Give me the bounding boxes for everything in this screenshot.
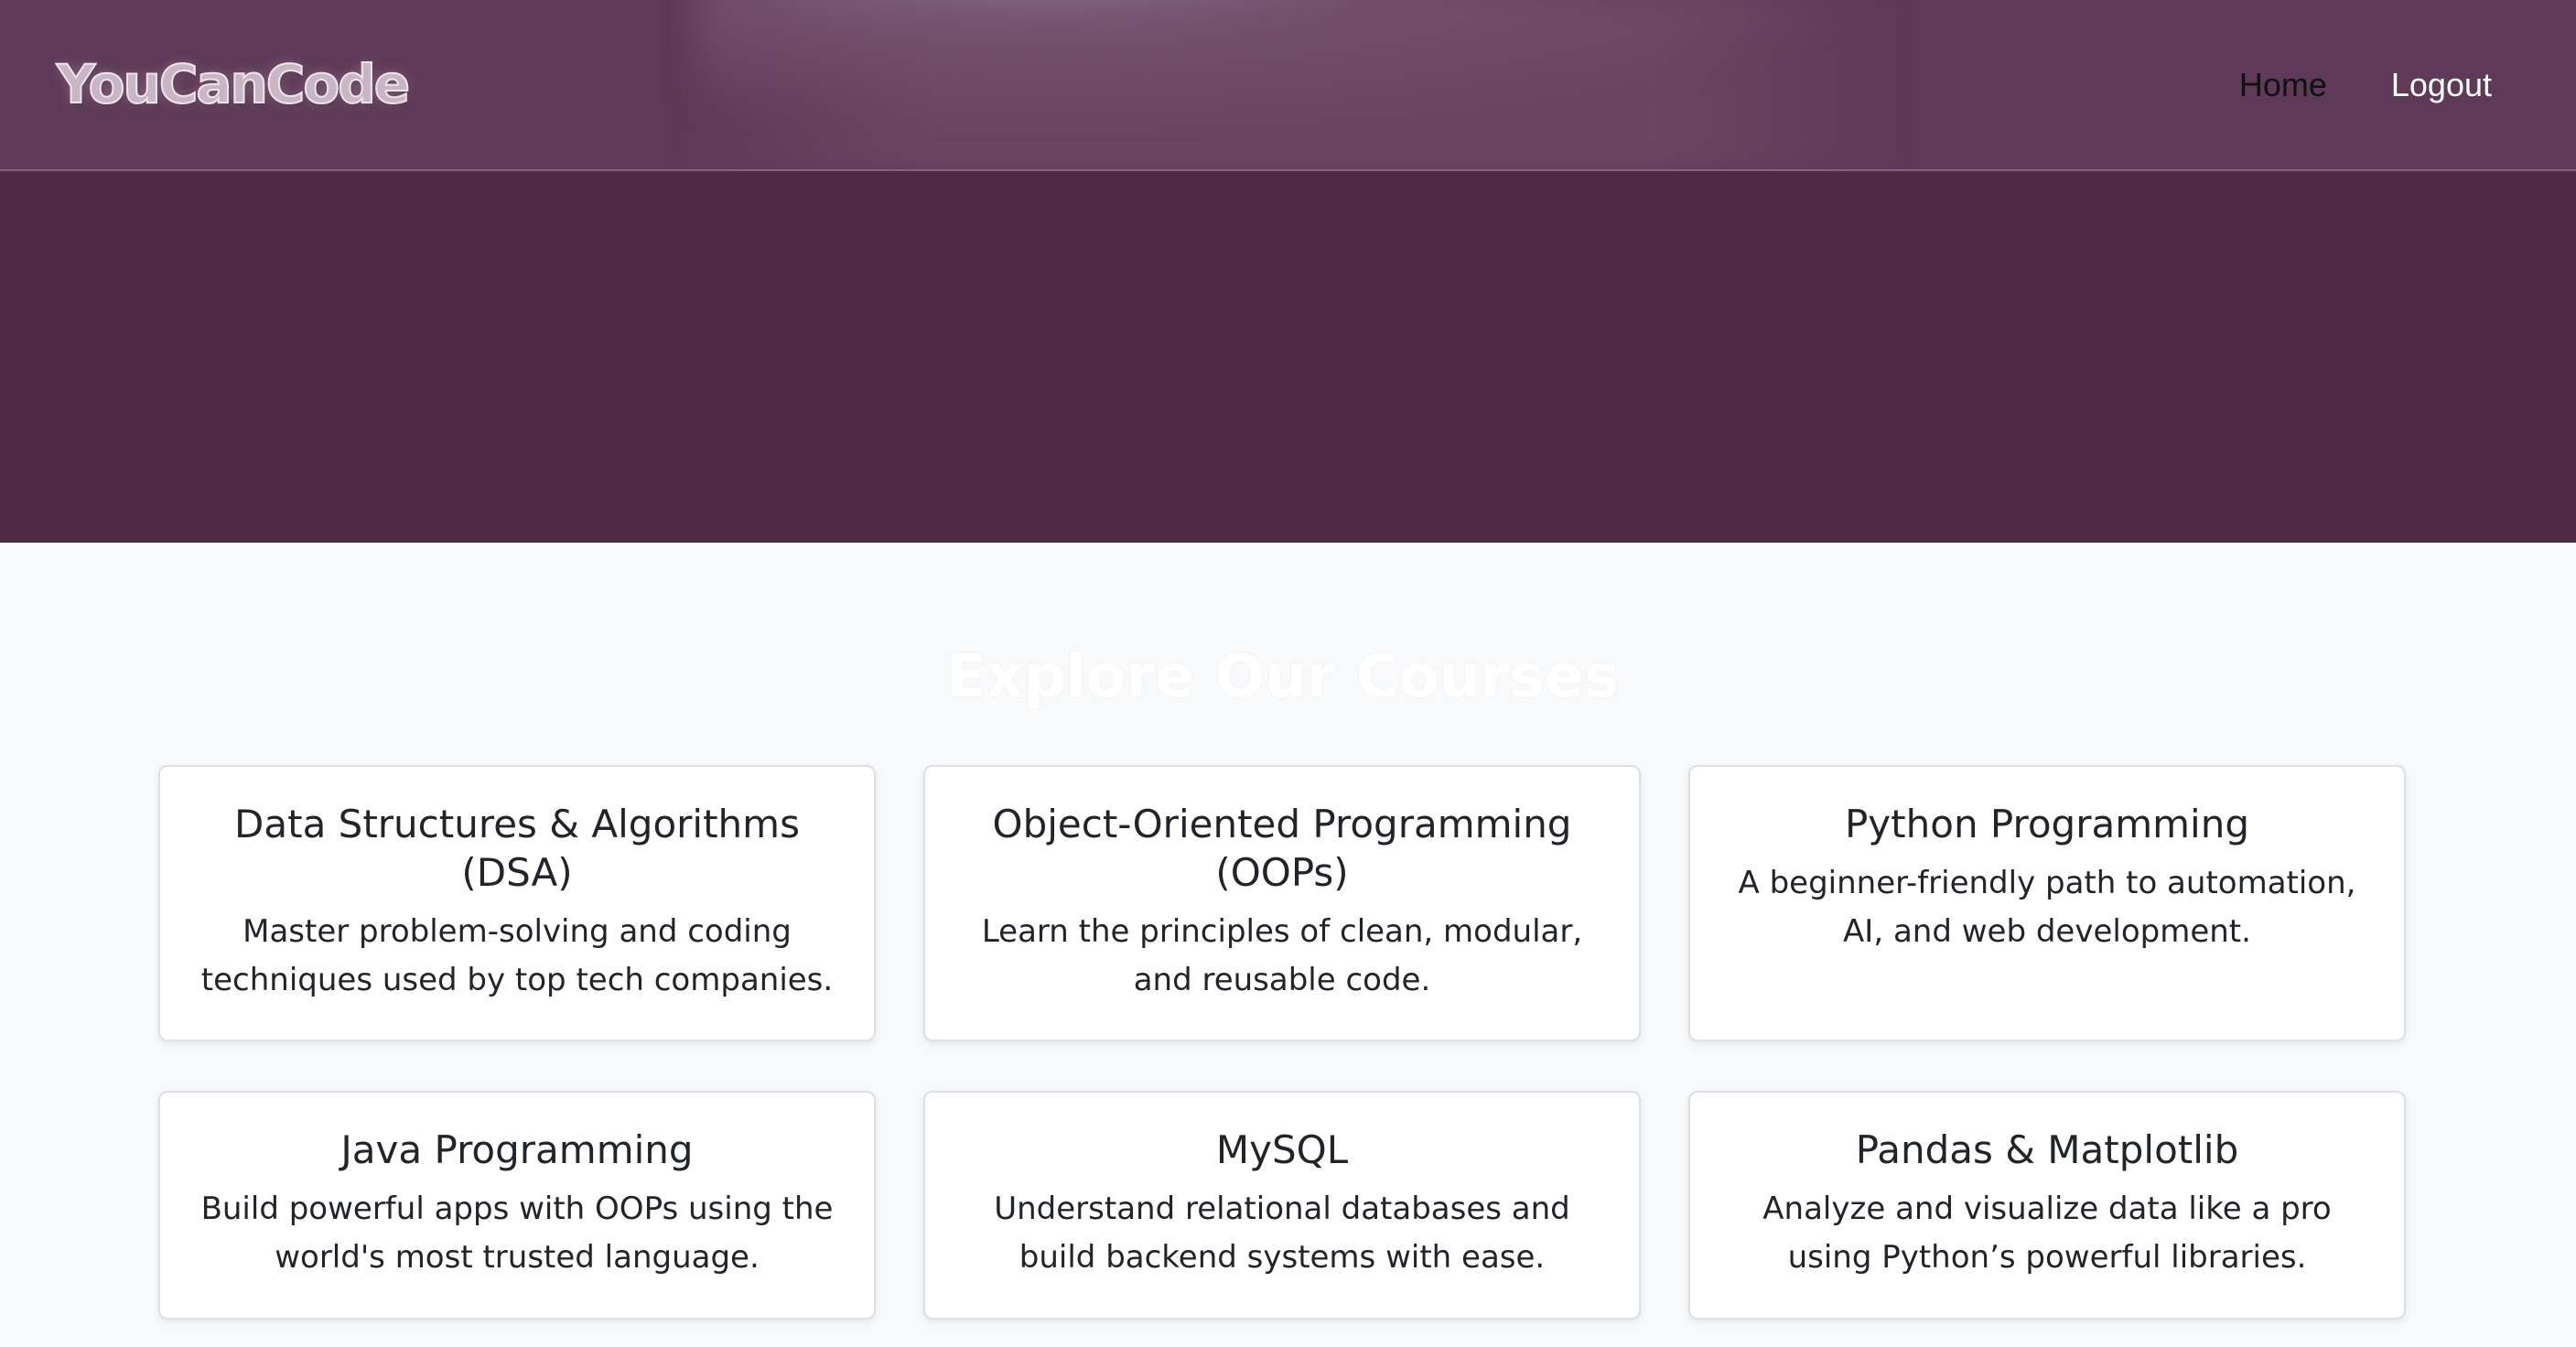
hero-banner: YouCanCode Home Logout <box>0 0 2576 543</box>
brand-logo[interactable]: YouCanCode <box>56 52 411 116</box>
course-card-oops[interactable]: Object-Oriented Programming (OOPs) Learn… <box>923 765 1641 1041</box>
course-description: Analyze and visualize data like a pro us… <box>1762 1191 2332 1276</box>
navbar: YouCanCode Home Logout <box>0 0 2576 171</box>
navbar-blur <box>677 0 1903 169</box>
nav-links: Home Logout <box>2239 66 2492 104</box>
course-description: Master problem-solving and coding techni… <box>200 913 834 998</box>
course-card-pandas[interactable]: Pandas & Matplotlib Analyze and visualiz… <box>1688 1091 2406 1320</box>
course-card-java[interactable]: Java Programming Build powerful apps wit… <box>158 1091 876 1320</box>
course-title: Object-Oriented Programming (OOPs) <box>992 802 1572 895</box>
course-title: Data Structures & Algorithms (DSA) <box>234 802 800 895</box>
course-description: Understand relational databases and buil… <box>994 1191 1570 1276</box>
courses-section: Explore Our Courses Data Structures & Al… <box>0 543 2576 1347</box>
course-card-mysql[interactable]: MySQL Understand relational databases an… <box>923 1091 1641 1320</box>
course-description: A beginner-friendly path to automation, … <box>1738 865 2356 950</box>
section-title: Explore Our Courses <box>945 643 1620 711</box>
course-description: Build powerful apps with OOPs using the … <box>200 1191 834 1276</box>
nav-home-link[interactable]: Home <box>2239 66 2327 104</box>
course-title: MySQL <box>1215 1127 1349 1172</box>
course-description: Learn the principles of clean, modular, … <box>981 913 1583 998</box>
course-card-dsa[interactable]: Data Structures & Algorithms (DSA) Maste… <box>158 765 876 1041</box>
course-card-python[interactable]: Python Programming A beginner-friendly p… <box>1688 765 2406 1041</box>
course-title: Java Programming <box>340 1127 694 1172</box>
nav-logout-link[interactable]: Logout <box>2391 66 2492 104</box>
course-title: Pandas & Matplotlib <box>1855 1127 2239 1172</box>
course-title: Python Programming <box>1844 802 2249 846</box>
course-grid: Data Structures & Algorithms (DSA) Maste… <box>158 765 2406 1320</box>
